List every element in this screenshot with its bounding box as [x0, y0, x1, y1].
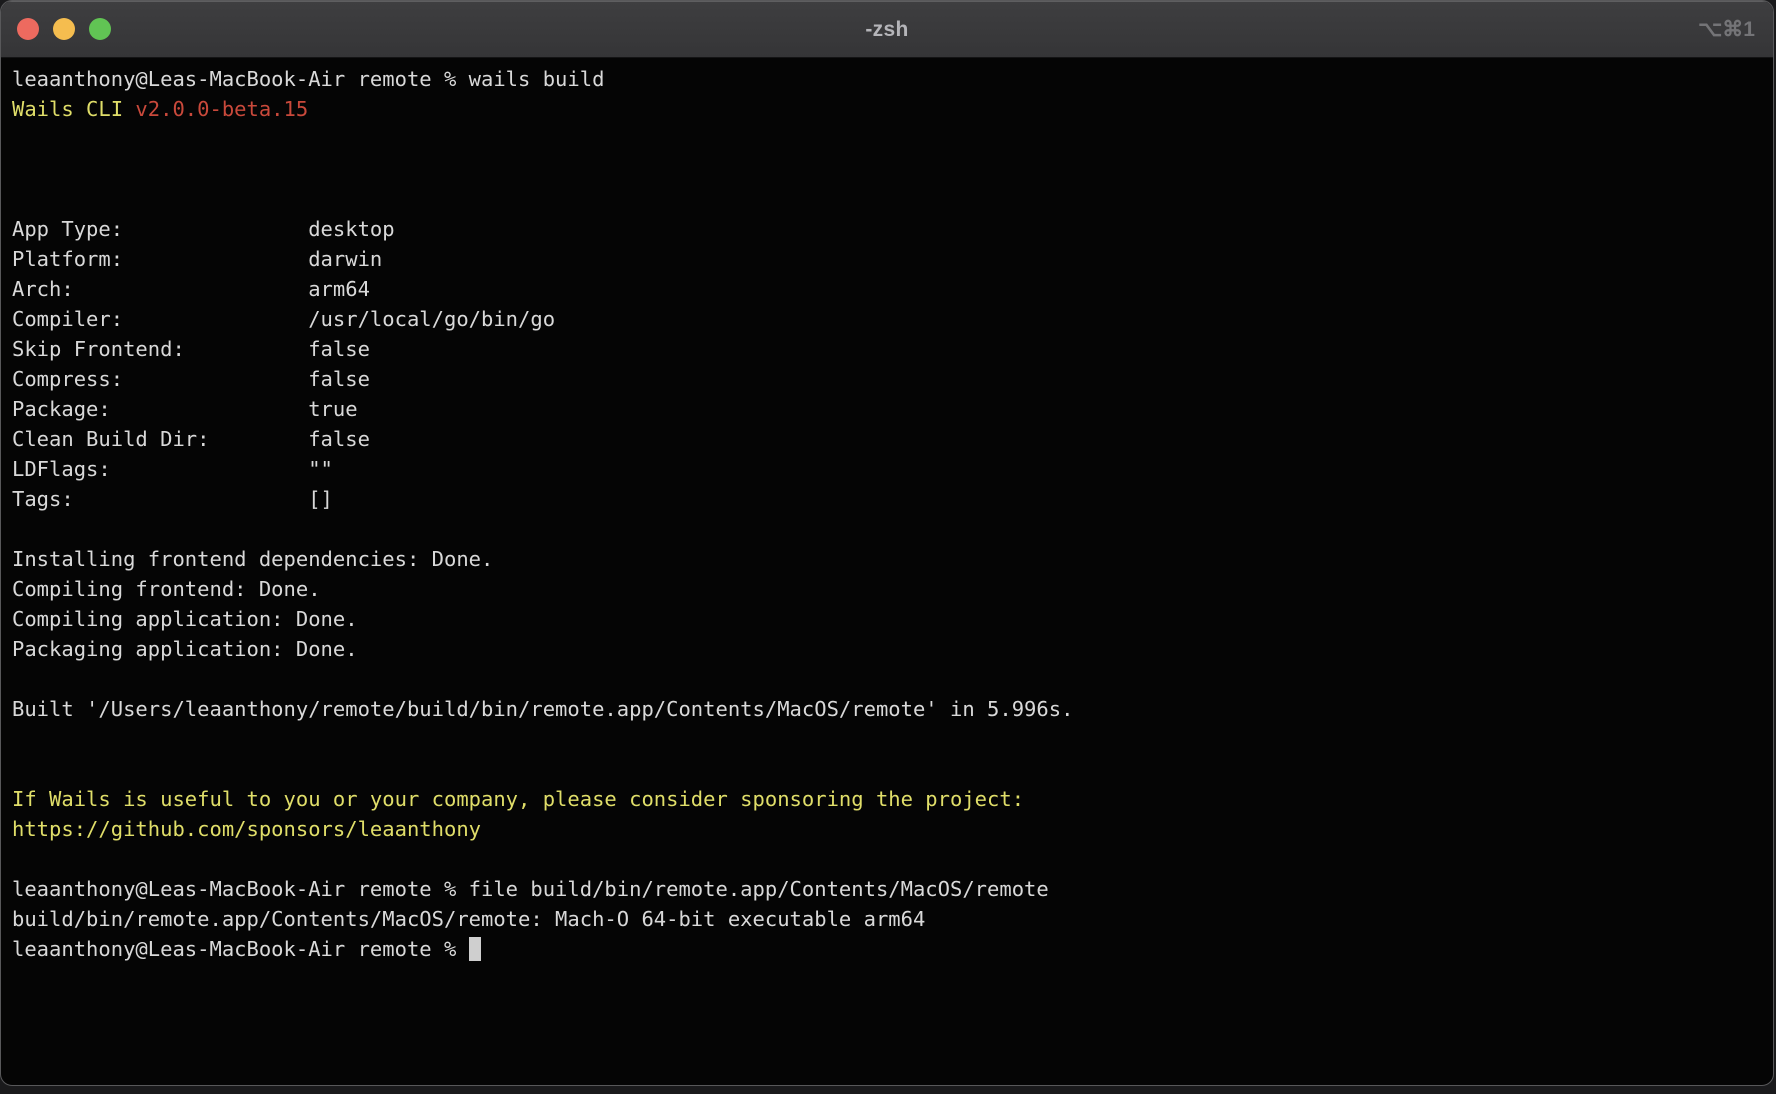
terminal-line: App Type: desktop [12, 214, 1763, 244]
terminal-line: Compress: false [12, 364, 1763, 394]
terminal-line: Installing frontend dependencies: Done. [12, 544, 1763, 574]
terminal-line: LDFlags: "" [12, 454, 1763, 484]
terminal-line: Clean Build Dir: false [12, 424, 1763, 454]
terminal-line: leaanthony@Leas-MacBook-Air remote % [12, 934, 1763, 964]
terminal-line [12, 154, 1763, 184]
terminal-line: Tags: [] [12, 484, 1763, 514]
window-title: -zsh [1, 1, 1773, 57]
terminal-line: leaanthony@Leas-MacBook-Air remote % wai… [12, 64, 1763, 94]
text-cursor [469, 937, 481, 961]
terminal-line: Compiling application: Done. [12, 604, 1763, 634]
terminal-line [12, 724, 1763, 754]
terminal-line: If Wails is useful to you or your compan… [12, 784, 1763, 814]
terminal-line: Built '/Users/leaanthony/remote/build/bi… [12, 694, 1763, 724]
titlebar[interactable]: -zsh ⌥⌘1 [1, 1, 1773, 58]
terminal-line: Wails CLI v2.0.0-beta.15 [12, 94, 1763, 124]
terminal-line: Platform: darwin [12, 244, 1763, 274]
terminal-line [12, 184, 1763, 214]
terminal-line: Packaging application: Done. [12, 634, 1763, 664]
terminal-output[interactable]: leaanthony@Leas-MacBook-Air remote % wai… [1, 58, 1773, 964]
terminal-line: Compiler: /usr/local/go/bin/go [12, 304, 1763, 334]
terminal-line: Compiling frontend: Done. [12, 574, 1763, 604]
terminal-line: Package: true [12, 394, 1763, 424]
terminal-line: leaanthony@Leas-MacBook-Air remote % fil… [12, 874, 1763, 904]
terminal-line: Arch: arm64 [12, 274, 1763, 304]
terminal-line [12, 514, 1763, 544]
terminal-line [12, 844, 1763, 874]
terminal-line [12, 754, 1763, 784]
terminal-line: https://github.com/sponsors/leaanthony [12, 814, 1763, 844]
keyboard-shortcut-badge: ⌥⌘1 [1698, 1, 1755, 57]
terminal-line [12, 664, 1763, 694]
terminal-line: build/bin/remote.app/Contents/MacOS/remo… [12, 904, 1763, 934]
terminal-line: Skip Frontend: false [12, 334, 1763, 364]
terminal-window: -zsh ⌥⌘1 leaanthony@Leas-MacBook-Air rem… [0, 0, 1774, 1086]
terminal-line [12, 124, 1763, 154]
